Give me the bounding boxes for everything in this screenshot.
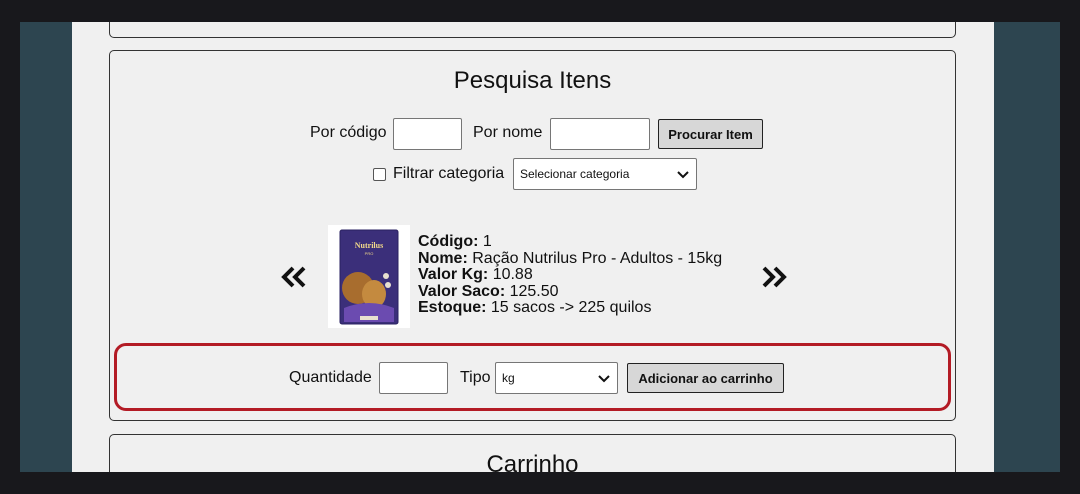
- add-to-cart-box: Quantidade Tipo kg Adicionar ao carrinho: [114, 343, 951, 411]
- product-brand-text: Nutrilus: [354, 241, 384, 250]
- previous-item-icon[interactable]: [280, 265, 308, 289]
- page-content: Pesquisa Itens Por código Por nome Procu…: [72, 22, 994, 472]
- window-frame-bottom: [0, 472, 1080, 494]
- background-right: [994, 22, 1060, 472]
- type-select[interactable]: kg: [495, 362, 618, 394]
- window-frame-top: [0, 0, 1080, 22]
- quantity-input[interactable]: [379, 362, 448, 394]
- product-price-kg-row: Valor Kg: 10.88: [418, 266, 722, 284]
- by-code-label: Por código: [310, 124, 387, 141]
- price-bag-label: Valor Saco:: [418, 282, 506, 300]
- price-bag-value: 125.50: [509, 282, 559, 300]
- code-label: Código:: [418, 233, 479, 250]
- search-item-button[interactable]: Procurar Item: [658, 119, 763, 149]
- cart-title: Carrinho: [486, 451, 579, 472]
- type-label: Tipo: [460, 369, 491, 386]
- cart-panel: Carrinho: [109, 434, 956, 472]
- search-title: Pesquisa Itens: [453, 67, 612, 94]
- name-input[interactable]: [550, 118, 650, 150]
- chevron-down-icon: [598, 375, 610, 383]
- product-name-row: Nome: Ração Nutrilus Pro - Adultos - 15k…: [418, 249, 723, 268]
- price-kg-label: Valor Kg:: [418, 266, 489, 283]
- product-sub-text: PRO: [364, 251, 374, 256]
- background-left: [20, 22, 72, 472]
- product-stock-row: Estoque: 15 sacos -> 225 quilos: [418, 299, 722, 317]
- chevron-down-icon: [677, 171, 689, 179]
- name-label: Nome:: [418, 249, 468, 267]
- previous-panel: [109, 22, 956, 38]
- price-kg-value: 10.88: [492, 266, 533, 283]
- search-items-panel: Pesquisa Itens Por código Por nome Procu…: [109, 50, 956, 421]
- name-value: Ração Nutrilus Pro - Adultos - 15kg: [472, 249, 723, 267]
- product-info: Código: 1 Nome: Ração Nutrilus Pro - Adu…: [418, 233, 723, 317]
- filter-category-label: Filtrar categoria: [393, 165, 505, 182]
- product-code-row: Código: 1: [418, 233, 722, 251]
- category-select[interactable]: Selecionar categoria: [513, 158, 697, 190]
- type-select-value: kg: [502, 371, 515, 385]
- filter-category-checkbox[interactable]: [373, 168, 386, 181]
- code-input[interactable]: [393, 118, 462, 150]
- stock-label: Estoque:: [418, 299, 487, 316]
- code-value: 1: [482, 233, 492, 250]
- add-to-cart-button[interactable]: Adicionar ao carrinho: [627, 363, 784, 393]
- product-price-bag-row: Valor Saco: 125.50: [418, 282, 722, 301]
- product-image: Nutrilus PRO: [328, 225, 410, 328]
- category-select-value: Selecionar categoria: [520, 167, 630, 181]
- next-item-icon[interactable]: [760, 265, 788, 289]
- quantity-label: Quantidade: [289, 369, 372, 386]
- stock-value: 15 sacos -> 225 quilos: [490, 299, 652, 316]
- by-name-label: Por nome: [473, 124, 543, 141]
